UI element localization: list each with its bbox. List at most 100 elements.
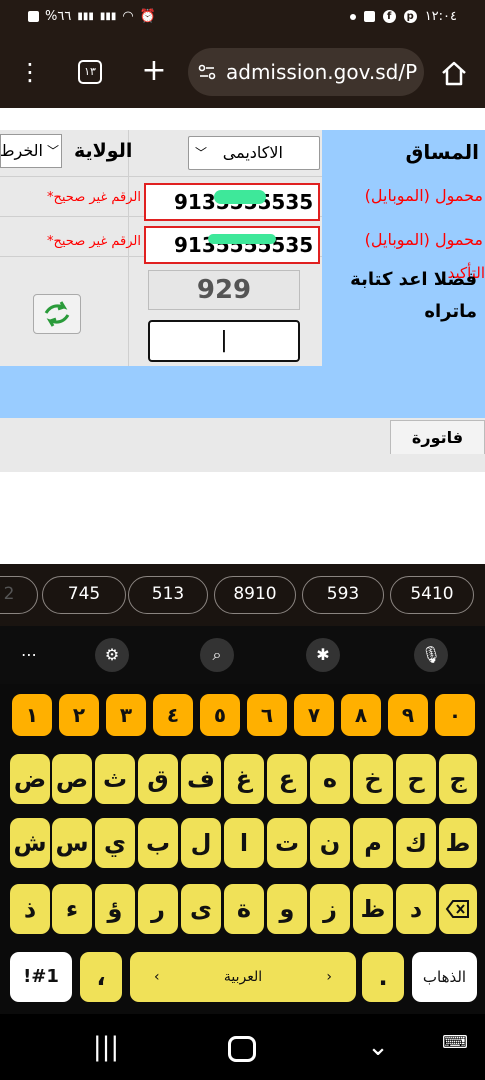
- more-icon[interactable]: ⋯: [12, 638, 46, 672]
- go-key[interactable]: الذهاب: [412, 952, 477, 1002]
- letter-key[interactable]: ذ: [10, 884, 50, 934]
- letter-key[interactable]: خ: [353, 754, 393, 804]
- comma-key[interactable]: ،: [80, 952, 122, 1002]
- suggestion-chip[interactable]: 8910: [214, 576, 296, 614]
- backspace-key[interactable]: [439, 884, 477, 934]
- recent-apps-icon[interactable]: |||: [92, 1032, 120, 1062]
- letter-key[interactable]: ا: [224, 818, 264, 868]
- browser-toolbar: ⋮ ١٣ + admission.gov.sd/P: [0, 36, 485, 108]
- track-label: المساق: [405, 140, 479, 164]
- home-icon[interactable]: [440, 60, 468, 86]
- letter-key[interactable]: ة: [224, 884, 264, 934]
- letter-key[interactable]: ه: [310, 754, 350, 804]
- letter-key[interactable]: غ: [224, 754, 264, 804]
- address-bar[interactable]: admission.gov.sd/P: [188, 48, 424, 96]
- invoice-tab[interactable]: فاتورة: [390, 420, 485, 454]
- gallery-icon: [363, 11, 375, 22]
- key-2[interactable]: ٢: [59, 694, 99, 736]
- key-6[interactable]: ٦: [247, 694, 287, 736]
- letter-key[interactable]: ي: [95, 818, 135, 868]
- letter-key[interactable]: ؤ: [95, 884, 135, 934]
- space-label: العربية: [223, 969, 263, 985]
- letter-key[interactable]: ظ: [353, 884, 393, 934]
- letter-key[interactable]: م: [353, 818, 393, 868]
- wifi-icon: ◠: [122, 9, 134, 24]
- backspace-icon: [445, 900, 469, 918]
- keyboard-toolbar: ⋯ ⚙ ⌕ ✱ 🎙: [0, 626, 485, 684]
- search-icon[interactable]: ⌕: [200, 638, 234, 672]
- chevron-right-icon: ›: [326, 969, 332, 985]
- letter-key[interactable]: ث: [95, 754, 135, 804]
- key-3[interactable]: ٣: [106, 694, 146, 736]
- form-footer-bar: [0, 366, 485, 418]
- period-key[interactable]: .: [362, 952, 404, 1002]
- redaction-mark: [214, 190, 266, 204]
- dot-icon: [349, 13, 356, 20]
- mobile-confirm-input[interactable]: 9135555535: [144, 226, 320, 264]
- letter-key[interactable]: ط: [439, 818, 477, 868]
- letter-key[interactable]: س: [52, 818, 92, 868]
- letter-key[interactable]: ت: [267, 818, 307, 868]
- settings-icon[interactable]: ⚙: [95, 638, 129, 672]
- web-page: المساق ﹀ الاكاديمى الولاية ﹀ الخرط محمول…: [0, 108, 485, 564]
- menu-icon[interactable]: ⋮: [18, 58, 42, 86]
- letter-key[interactable]: ر: [138, 884, 178, 934]
- state-select[interactable]: ﹀ الخرط: [0, 134, 62, 168]
- space-key[interactable]: ‹ العربية ›: [130, 952, 356, 1002]
- letter-key[interactable]: ك: [396, 818, 436, 868]
- row-divider: [0, 176, 322, 177]
- mobile-confirm-label: محمول (الموبايل): [364, 230, 483, 249]
- letter-key[interactable]: ص: [52, 754, 92, 804]
- back-chevron-icon[interactable]: ⌄: [364, 1032, 392, 1062]
- captcha-value: 929: [196, 275, 252, 305]
- letter-key[interactable]: ض: [10, 754, 50, 804]
- letter-key[interactable]: د: [396, 884, 436, 934]
- suggestion-chip[interactable]: 513: [128, 576, 208, 614]
- keyboard-hide-icon[interactable]: ⌨: [440, 1032, 470, 1053]
- letter-key[interactable]: ى: [181, 884, 221, 934]
- captcha-image: 929: [148, 270, 300, 310]
- tab-count-button[interactable]: ١٣: [78, 60, 102, 84]
- new-tab-icon[interactable]: +: [140, 54, 168, 88]
- symbols-key[interactable]: !#1: [10, 952, 72, 1002]
- arabic-keyboard: ١ ٢ ٣ ٤ ٥ ٦ ٧ ٨ ٩ ٠ ض ص ث ق ف غ ع ه خ ح …: [0, 684, 485, 1014]
- key-7[interactable]: ٧: [294, 694, 334, 736]
- suggestion-chip[interactable]: 2: [0, 576, 38, 614]
- suggestion-strip: 2 745 513 8910 593 5410: [0, 564, 485, 626]
- home-nav-icon[interactable]: [228, 1036, 256, 1062]
- suggestion-chip[interactable]: 593: [302, 576, 384, 614]
- refresh-icon: [44, 301, 70, 327]
- letter-key[interactable]: ش: [10, 818, 50, 868]
- signal-icon: ▮▮▮: [77, 11, 94, 22]
- letter-key[interactable]: ء: [52, 884, 92, 934]
- key-0[interactable]: ٠: [435, 694, 475, 736]
- key-1[interactable]: ١: [12, 694, 52, 736]
- suggestion-chip[interactable]: 745: [42, 576, 126, 614]
- url-text[interactable]: admission.gov.sd/P: [226, 60, 422, 84]
- letter-key[interactable]: ف: [181, 754, 221, 804]
- letter-key[interactable]: ح: [396, 754, 436, 804]
- refresh-captcha-button[interactable]: [33, 294, 81, 334]
- letter-key[interactable]: و: [267, 884, 307, 934]
- site-settings-icon[interactable]: [198, 63, 216, 81]
- letter-key[interactable]: ل: [181, 818, 221, 868]
- letter-key[interactable]: ب: [138, 818, 178, 868]
- letter-key[interactable]: ز: [310, 884, 350, 934]
- letter-key[interactable]: ج: [439, 754, 477, 804]
- emoji-icon[interactable]: ✱: [306, 638, 340, 672]
- chevron-down-icon: ﹀: [195, 146, 208, 160]
- captcha-input[interactable]: |: [148, 320, 300, 362]
- key-8[interactable]: ٨: [341, 694, 381, 736]
- letter-key[interactable]: ع: [267, 754, 307, 804]
- invoice-tab-label: فاتورة: [411, 428, 464, 447]
- key-5[interactable]: ٥: [200, 694, 240, 736]
- letter-key[interactable]: ق: [138, 754, 178, 804]
- captcha-prompt: فضلا اعد كتابة ماتراه: [350, 269, 477, 322]
- microphone-icon[interactable]: 🎙: [414, 638, 448, 672]
- track-select[interactable]: ﹀ الاكاديمى: [188, 136, 320, 170]
- key-4[interactable]: ٤: [153, 694, 193, 736]
- battery-icon: [28, 11, 39, 22]
- letter-key[interactable]: ن: [310, 818, 350, 868]
- suggestion-chip[interactable]: 5410: [390, 576, 474, 614]
- key-9[interactable]: ٩: [388, 694, 428, 736]
